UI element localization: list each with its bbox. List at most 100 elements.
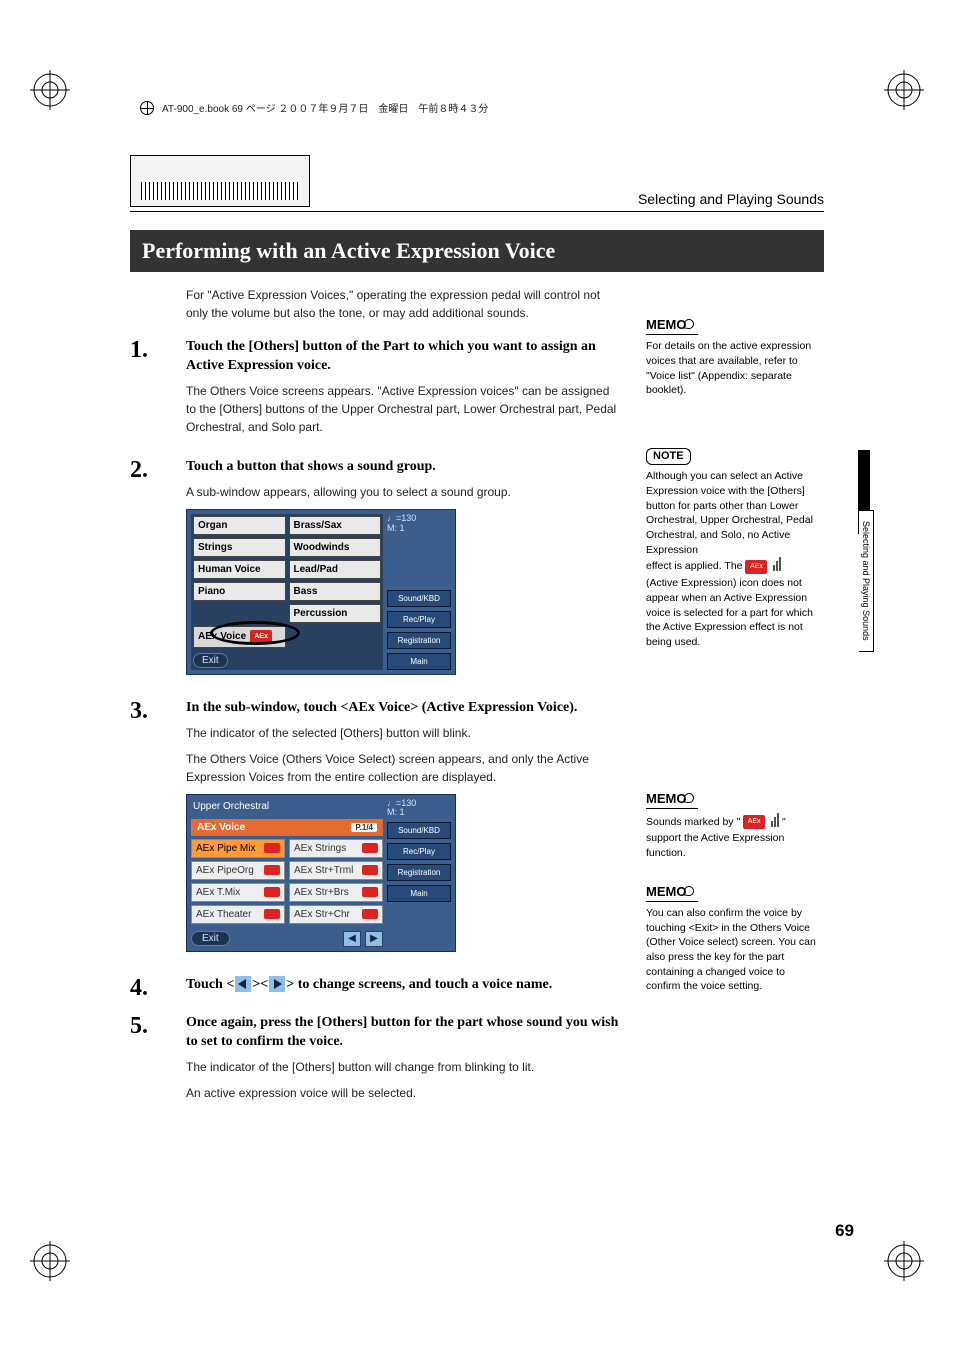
note-text: Although you can select an Active Expres… <box>646 469 816 649</box>
memo-block: MEMO Sounds marked by " AEx " support th… <box>646 790 816 861</box>
step-title: Touch a button that shows a sound group. <box>186 458 620 477</box>
aex-voice-button[interactable]: AEx Voice AEx <box>193 626 286 648</box>
aex-badge-icon <box>264 865 280 875</box>
step-text: The Others Voice (Others Voice Select) s… <box>186 750 620 786</box>
memo-label: MEMO <box>646 883 698 902</box>
level-bars-icon <box>770 813 779 832</box>
ui2-tab-aex[interactable]: AEx Voice P.1/4 <box>191 819 383 836</box>
voice-aex-pipe-mix[interactable]: AEx Pipe Mix <box>191 839 285 858</box>
voice-aex-pipeorg[interactable]: AEx PipeOrg <box>191 861 285 880</box>
step-2: 2. Touch a button that shows a sound gro… <box>130 458 620 685</box>
step-5: 5. Once again, press the [Others] button… <box>130 1014 620 1110</box>
voice-aex-str-brs[interactable]: AEx Str+Brs <box>289 883 383 902</box>
balloon-icon <box>684 318 695 329</box>
nav-main[interactable]: Main <box>387 885 451 902</box>
step-title: In the sub-window, touch <AEx Voice> (Ac… <box>186 699 620 718</box>
group-piano[interactable]: Piano <box>193 582 286 601</box>
aex-badge-icon <box>362 865 378 875</box>
voice-aex-str-chr[interactable]: AEx Str+Chr <box>289 905 383 924</box>
step-number: 1. <box>130 338 172 444</box>
ui-screenshot-aex-list: Upper Orchestral AEx Voice P.1/4 AEx Pip… <box>186 794 456 952</box>
left-arrow-icon <box>235 976 251 992</box>
aex-badge-icon <box>362 887 378 897</box>
step-text: A sub-window appears, allowing you to se… <box>186 483 620 501</box>
page: AT-900_e.book 69 ページ ２００７年９月７日 金曜日 午前８時４… <box>100 80 854 1251</box>
next-page-button[interactable]: ▶ <box>365 931 383 947</box>
memo-text: You can also confirm the voice by touchi… <box>646 906 816 994</box>
crop-mark <box>884 1241 924 1281</box>
aex-voice-label: AEx Voice <box>198 631 246 642</box>
step-title: Once again, press the [Others] button fo… <box>186 1014 620 1052</box>
group-brass-sax[interactable]: Brass/Sax <box>289 516 382 535</box>
ui-screenshot-groups: Organ Brass/Sax Strings Woodwinds Human … <box>186 509 456 675</box>
nav-main[interactable]: Main <box>387 653 451 670</box>
ui2-header: Upper Orchestral <box>191 799 383 816</box>
memo-label: MEMO <box>646 316 698 335</box>
sidebar-column: MEMO For details on the active expressio… <box>646 286 816 1124</box>
step-title: Touch <><> to change screens, and touch … <box>186 976 620 995</box>
crop-mark <box>30 70 70 110</box>
balloon-icon <box>684 885 695 896</box>
voice-aex-theater[interactable]: AEx Theater <box>191 905 285 924</box>
nav-sound-kbd[interactable]: Sound/KBD <box>387 590 451 607</box>
prev-page-button[interactable]: ◀ <box>343 931 361 947</box>
group-lead-pad[interactable]: Lead/Pad <box>289 560 382 579</box>
voice-aex-tmix[interactable]: AEx T.Mix <box>191 883 285 902</box>
group-human-voice[interactable]: Human Voice <box>193 560 286 579</box>
aex-badge-icon <box>362 909 378 919</box>
memo-text: Sounds marked by " AEx " support the Act… <box>646 813 816 861</box>
group-organ[interactable]: Organ <box>193 516 286 535</box>
tempo-display: ♩=130M: 1 <box>387 514 451 586</box>
voice-aex-strings[interactable]: AEx Strings <box>289 839 383 858</box>
nav-rec-play[interactable]: Rec/Play <box>387 611 451 628</box>
exit-button[interactable]: Exit <box>193 653 228 668</box>
crop-mark <box>30 1241 70 1281</box>
memo-label: MEMO <box>646 790 698 809</box>
aex-icon: AEx <box>250 630 272 644</box>
vertical-tab: Selecting and Playing Sounds <box>859 510 874 652</box>
step-4: 4. Touch <><> to change screens, and tou… <box>130 976 620 1001</box>
keyboard-icon <box>130 155 310 207</box>
step-text: The Others Voice screens appears. "Activ… <box>186 382 620 436</box>
section-title: Performing with an Active Expression Voi… <box>130 230 824 272</box>
memo-text: For details on the active expression voi… <box>646 339 816 398</box>
main-column: For "Active Expression Voices," operatin… <box>130 286 620 1124</box>
level-bars-icon <box>772 557 781 576</box>
intro-text: For "Active Expression Voices," operatin… <box>186 286 620 322</box>
step-number: 4. <box>130 976 172 1001</box>
group-strings[interactable]: Strings <box>193 538 286 557</box>
step-1: 1. Touch the [Others] button of the Part… <box>130 338 620 444</box>
step-text: The indicator of the selected [Others] b… <box>186 724 620 742</box>
aex-icon: AEx <box>745 560 767 574</box>
group-percussion[interactable]: Percussion <box>289 604 382 623</box>
top-row: Selecting and Playing Sounds <box>130 155 824 212</box>
exit-button[interactable]: Exit <box>191 931 230 946</box>
nav-registration[interactable]: Registration <box>387 632 451 649</box>
page-number: 69 <box>835 1221 854 1241</box>
step-number: 3. <box>130 699 172 962</box>
note-label: NOTE <box>646 448 691 465</box>
file-header-text: AT-900_e.book 69 ページ ２００７年９月７日 金曜日 午前８時４… <box>162 100 488 115</box>
crop-mark <box>884 70 924 110</box>
file-header: AT-900_e.book 69 ページ ２００７年９月７日 金曜日 午前８時４… <box>130 100 824 115</box>
aex-icon: AEx <box>743 815 765 829</box>
step-title: Touch the [Others] button of the Part to… <box>186 338 620 376</box>
group-bass[interactable]: Bass <box>289 582 382 601</box>
nav-rec-play[interactable]: Rec/Play <box>387 843 451 860</box>
voice-aex-str-trml[interactable]: AEx Str+Trml <box>289 861 383 880</box>
target-icon <box>140 101 154 115</box>
nav-registration[interactable]: Registration <box>387 864 451 881</box>
memo-block: MEMO For details on the active expressio… <box>646 316 816 398</box>
tempo-display: ♩=130M: 1 <box>387 799 451 819</box>
balloon-icon <box>684 792 695 803</box>
step-number: 5. <box>130 1014 172 1110</box>
chapter-label: Selecting and Playing Sounds <box>638 191 824 207</box>
nav-sound-kbd[interactable]: Sound/KBD <box>387 822 451 839</box>
memo-block: MEMO You can also confirm the voice by t… <box>646 883 816 994</box>
group-woodwinds[interactable]: Woodwinds <box>289 538 382 557</box>
step-text: An active expression voice will be selec… <box>186 1084 620 1102</box>
aex-badge-icon <box>362 843 378 853</box>
step-3: 3. In the sub-window, touch <AEx Voice> … <box>130 699 620 962</box>
note-block: NOTE Although you can select an Active E… <box>646 448 816 650</box>
right-arrow-icon <box>269 976 285 992</box>
